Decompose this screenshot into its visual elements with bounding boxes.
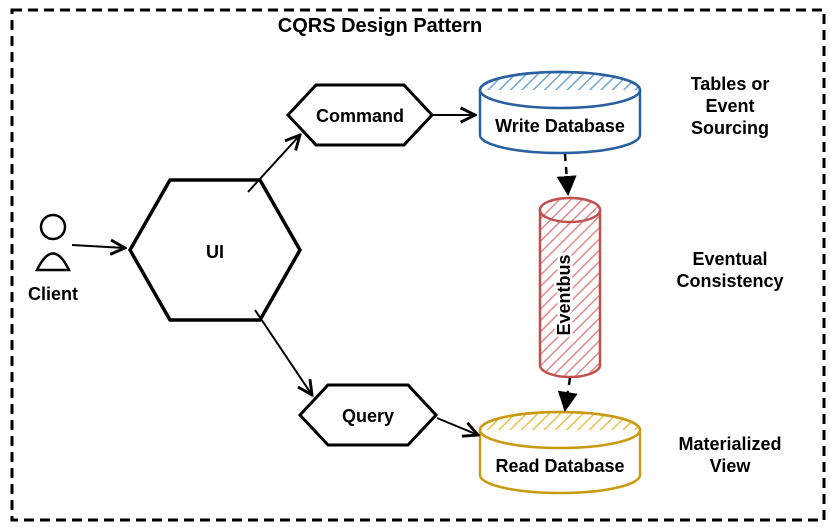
diagram-title: CQRS Design Pattern	[278, 15, 482, 37]
note-materialized-view: Materialized View	[678, 434, 781, 476]
note-line: Consistency	[676, 271, 783, 291]
read-database: Read Database	[480, 412, 640, 493]
note-line: Event	[705, 96, 754, 116]
diagram-canvas: CQRS Design Pattern Client UI Command Qu…	[0, 0, 836, 530]
client-label: Client	[28, 284, 78, 304]
edge-ui-command	[248, 135, 300, 192]
note-line: Tables or	[691, 74, 770, 94]
note-tables-event-sourcing: Tables or Event Sourcing	[691, 74, 770, 138]
edge-client-ui	[72, 245, 125, 248]
ui-label: UI	[206, 242, 224, 262]
eventbus-cylinder: Eventbus	[540, 198, 600, 377]
write-database-label: Write Database	[495, 116, 625, 136]
eventbus-label: Eventbus	[554, 254, 574, 335]
query-hexagon: Query	[300, 385, 436, 445]
edge-ui-query	[255, 310, 312, 395]
edge-query-readdb	[437, 418, 478, 435]
write-database: Write Database	[480, 72, 640, 153]
note-line: View	[710, 456, 752, 476]
command-hexagon: Command	[288, 85, 432, 145]
edge-writedb-eventbus	[565, 154, 568, 194]
command-label: Command	[316, 106, 404, 126]
read-database-label: Read Database	[495, 456, 624, 476]
note-line: Sourcing	[691, 118, 769, 138]
note-line: Materialized	[678, 434, 781, 454]
note-eventual-consistency: Eventual Consistency	[676, 249, 783, 291]
note-line: Eventual	[692, 249, 767, 269]
query-label: Query	[342, 406, 394, 426]
client-actor	[37, 215, 69, 270]
edge-eventbus-readdb	[565, 378, 570, 410]
ui-hexagon: UI	[130, 180, 300, 320]
